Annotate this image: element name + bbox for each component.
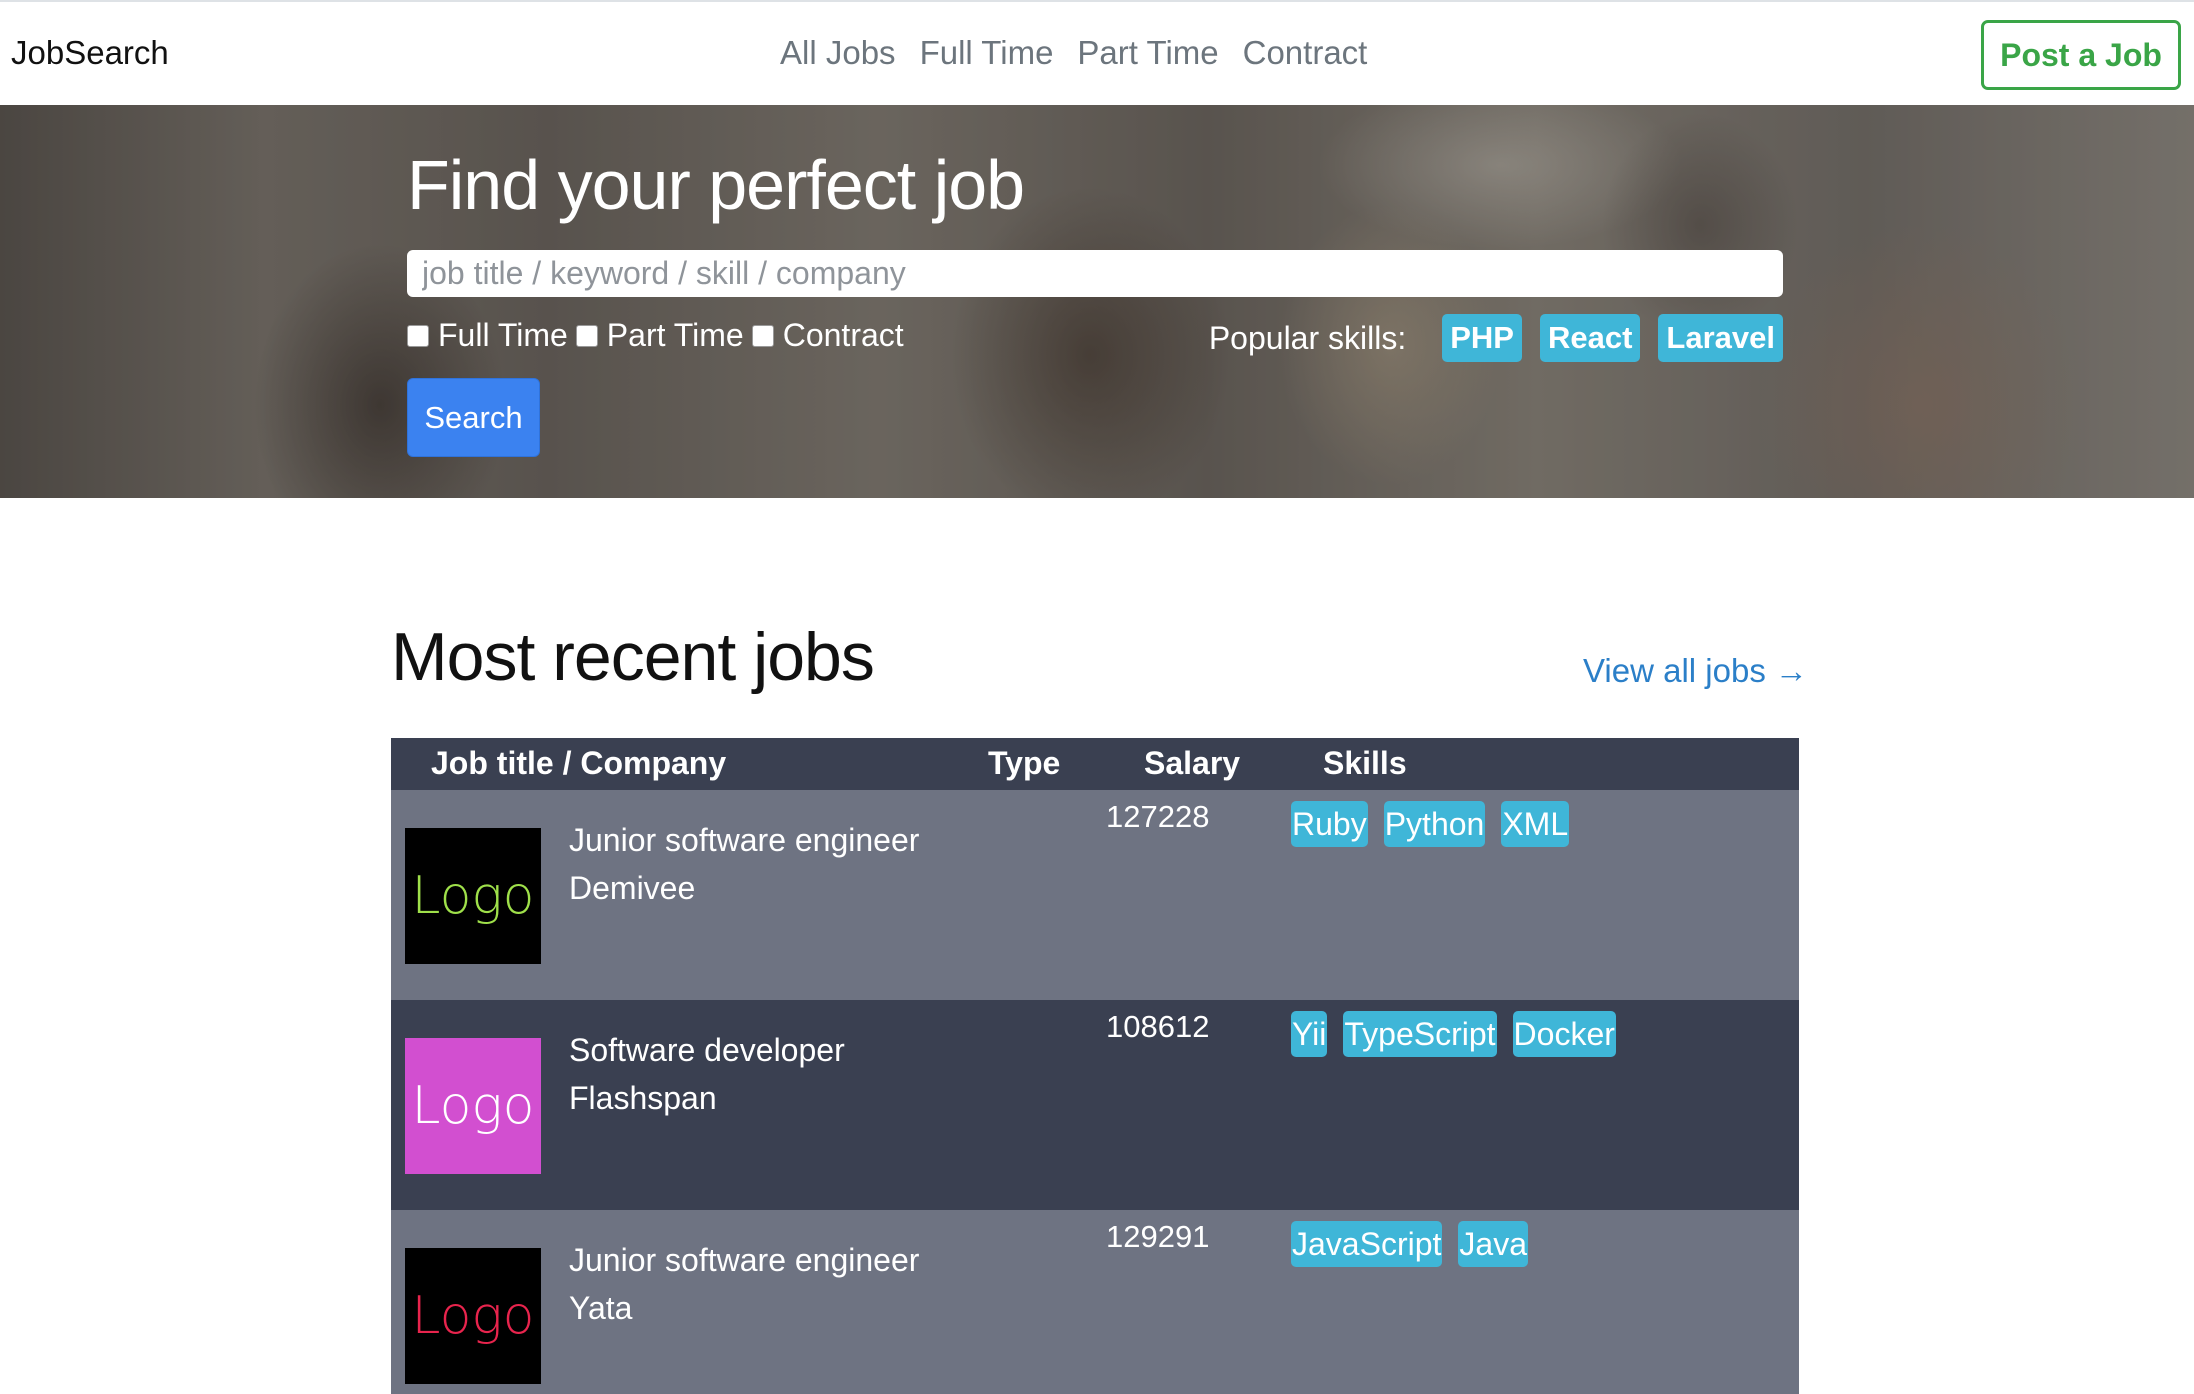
skill-badge[interactable]: TypeScript [1343,1011,1497,1057]
part-time-label: Part Time [606,317,744,353]
company-logo: Logo [405,828,541,964]
salary-value: 129291 [1106,1219,1210,1254]
jobs-table: Job title / Company Type Salary Skills L… [391,738,1799,1394]
top-navbar: JobSearch All Jobs Full Time Part Time C… [0,0,2194,105]
popular-skill-php[interactable]: PHP [1442,314,1522,362]
view-all-jobs-link[interactable]: View all jobs → [1583,652,1808,690]
popular-skills: Popular skills: PHP React Laravel [1209,314,1783,362]
job-type-filters: Full Time Part Time Contract [407,317,912,354]
post-job-button[interactable]: Post a Job [1981,20,2181,90]
popular-skill-react[interactable]: React [1539,314,1641,362]
job-title-link[interactable]: Junior software engineer [569,1242,919,1279]
filter-full-time[interactable]: Full Time [407,317,568,354]
skill-badge[interactable]: JavaScript [1291,1221,1443,1267]
job-title-link[interactable]: Software developer [569,1032,845,1069]
table-row[interactable]: Logo Software developer Flashspan 108612… [391,1000,1799,1210]
recent-jobs-heading: Most recent jobs [391,619,875,695]
salary-value: 127228 [1106,799,1210,834]
brand-logo-link[interactable]: JobSearch [11,34,169,72]
company-logo: Logo [405,1248,541,1384]
skill-badge[interactable]: Docker [1512,1011,1616,1057]
contract-checkbox[interactable] [751,324,774,347]
nav-contract[interactable]: Contract [1243,34,1368,72]
company-logo: Logo [405,1038,541,1174]
hero-background-photo [0,105,2194,498]
company-name: Flashspan [569,1080,717,1116]
skill-badge[interactable]: Ruby [1291,801,1368,847]
column-header-salary: Salary [1144,745,1241,781]
column-header-title: Job title / Company [431,745,727,781]
skill-badge[interactable]: XML [1501,801,1570,847]
filter-part-time[interactable]: Part Time [575,317,744,354]
skill-badge[interactable]: Yii [1291,1011,1328,1057]
popular-skills-label: Popular skills: [1208,319,1407,356]
full-time-checkbox[interactable] [407,324,429,347]
skill-badge[interactable]: Python [1383,801,1486,847]
contract-label: Contract [782,317,904,353]
column-header-skills: Skills [1323,745,1407,781]
filter-contract[interactable]: Contract [751,317,904,354]
skills-list: JavaScript Java [1291,1221,1544,1267]
company-name: Demivee [569,870,696,906]
main-nav: All Jobs Full Time Part Time Contract [780,34,1367,72]
full-time-label: Full Time [438,317,568,353]
table-row[interactable]: Logo Junior software engineer Demivee 12… [391,790,1799,1000]
hero-banner: Find your perfect job Full Time Part Tim… [0,105,2194,498]
table-row[interactable]: Logo Junior software engineer Yata 12929… [391,1210,1799,1394]
skills-list: Ruby Python XML [1291,801,1585,847]
nav-part-time[interactable]: Part Time [1077,34,1218,72]
popular-skill-laravel[interactable]: Laravel [1658,314,1783,362]
nav-all-jobs[interactable]: All Jobs [780,34,896,72]
column-header-type: Type [988,745,1061,781]
hero-title: Find your perfect job [407,146,1025,224]
company-name: Yata [569,1290,633,1326]
nav-full-time[interactable]: Full Time [920,34,1054,72]
skill-badge[interactable]: Java [1458,1221,1528,1267]
search-button[interactable]: Search [407,378,540,457]
job-title-link[interactable]: Junior software engineer [569,822,919,859]
skills-list: Yii TypeScript Docker [1291,1011,1632,1057]
job-search-input[interactable] [407,250,1783,297]
part-time-checkbox[interactable] [575,324,598,347]
table-header: Job title / Company Type Salary Skills [391,738,1799,790]
salary-value: 108612 [1106,1009,1210,1044]
